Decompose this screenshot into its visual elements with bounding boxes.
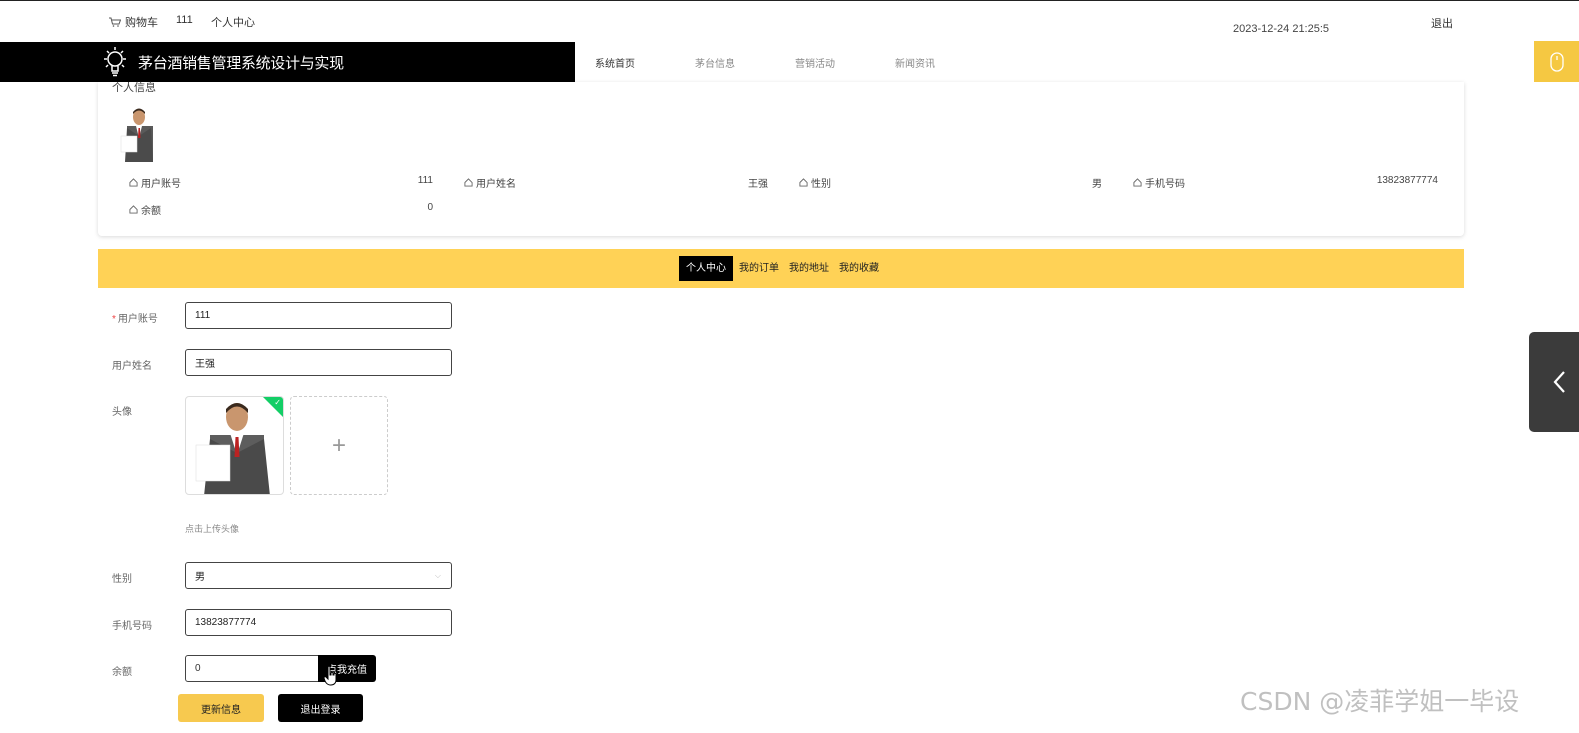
account-input[interactable]: 111 [185,302,452,329]
tab-my-orders[interactable]: 我的订单 [735,256,783,281]
gender-selected-value: 男 [195,572,205,583]
check-icon: ✓ [274,398,281,407]
phone-label: 手机号码 [112,621,152,632]
balance-input[interactable]: 0 [185,655,320,682]
mouse-icon [1549,51,1564,72]
home-icon [1133,178,1142,187]
cart-label: 购物车 [125,17,158,29]
name-input[interactable]: 王强 [185,349,452,376]
sign-out-button[interactable]: 退出登录 [278,694,363,722]
nav-news[interactable]: 新闻资讯 [895,55,975,70]
brand-bar: 茅台酒销售管理系统设计与实现 [0,42,575,82]
avatar-label: 头像 [112,407,132,418]
update-info-button[interactable]: 更新信息 [178,694,264,722]
hand-cursor-icon [324,666,337,686]
info-value-account: 111 [417,175,433,186]
nav-marketing[interactable]: 营销活动 [795,55,875,70]
top-border [0,0,1579,1]
info-value-phone: 13823877774 [1376,175,1438,186]
tab-my-favorites[interactable]: 我的收藏 [835,256,883,281]
phone-input[interactable]: 13823877774 [185,609,452,636]
personal-info-card [98,82,1464,236]
upload-hint: 点击上传头像 [185,524,240,534]
cart-link[interactable]: 购物车 [109,14,158,30]
home-icon [799,178,808,187]
tab-personal-center[interactable]: 个人中心 [679,256,733,281]
tab-my-address[interactable]: 我的地址 [785,256,833,281]
chevron-down-icon: ⌵ [434,570,441,580]
watermark: CSDN @凌菲学姐一毕设 [1240,687,1520,716]
info-value-balance: 0 [427,202,433,213]
lightbulb-logo-icon [104,47,126,77]
user-tabs-bar: 个人中心 我的订单 我的地址 我的收藏 [98,249,1464,288]
info-label-name: 用户姓名 [464,175,516,190]
logout-link[interactable]: 退出 [1431,15,1453,31]
home-icon [129,205,138,214]
plus-icon: + [331,431,346,459]
info-value-gender: 男 [1092,179,1102,190]
chevron-left-icon [1553,371,1565,393]
gender-select[interactable]: 男 ⌵ [185,562,452,589]
balance-label: 余额 [112,667,132,678]
nav-home[interactable]: 系统首页 [595,55,675,70]
required-mark: * [112,314,116,325]
avatar-thumbnail[interactable]: ✓ [185,396,284,495]
info-label-gender: 性别 [799,175,831,190]
info-value-name: 王强 [748,179,768,190]
info-label-balance: 余额 [129,202,161,217]
info-label-account: 用户账号 [129,175,181,190]
cart-icon [109,17,121,27]
personal-center-link[interactable]: 个人中心 [211,14,255,30]
current-datetime: 2023-12-24 21:25:5 [1233,23,1330,35]
username-link[interactable]: 111 [176,14,193,26]
side-collapse-handle[interactable] [1529,332,1579,432]
site-title: 茅台酒销售管理系统设计与实现 [138,53,344,72]
side-float-button[interactable] [1534,41,1579,82]
upload-add-button[interactable]: + [290,396,388,495]
account-label: * 用户账号 [112,314,158,325]
info-avatar [118,106,160,162]
home-icon [464,178,473,187]
gender-label: 性别 [112,574,132,585]
main-nav: 系统首页 茅台信息 营销活动 新闻资讯 [575,42,975,82]
name-label: 用户姓名 [112,361,152,372]
home-icon [129,178,138,187]
nav-moutai-info[interactable]: 茅台信息 [695,55,775,70]
info-card-title: 个人信息 [112,82,156,94]
info-label-phone: 手机号码 [1133,175,1185,190]
